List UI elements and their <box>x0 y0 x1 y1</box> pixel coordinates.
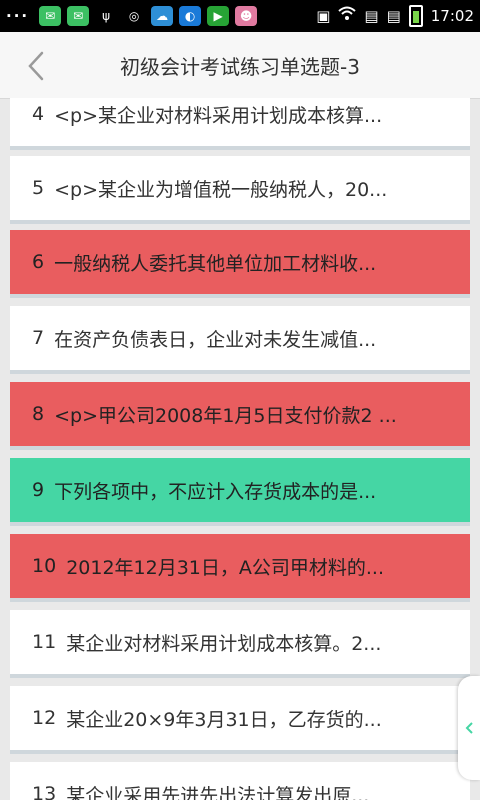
question-number: 11 <box>32 631 57 653</box>
question-text: <p>某企业为增值税一般纳税人，20... <box>54 178 388 201</box>
screenshot-icon: ◎ <box>128 9 140 23</box>
question-item[interactable]: 5 <p>某企业为增值税一般纳税人，20... <box>10 156 470 224</box>
title-bar: 初级会计考试练习单选题-3 <box>0 32 480 99</box>
app-icon: ◐ <box>179 6 202 26</box>
question-item[interactable]: 11 某企业对材料采用计划成本核算。2... <box>10 610 470 678</box>
question-number: 9 <box>32 479 45 501</box>
question-number: 12 <box>32 707 57 729</box>
question-item[interactable]: 6 一般纳税人委托其他单位加工材料收... <box>10 230 470 298</box>
weather-icon: ☁ <box>151 6 174 26</box>
wifi-icon <box>338 6 357 26</box>
app-icon: ▶ <box>207 6 230 26</box>
status-bar: ··· ✉ ✉ ψ ◎ ☁ ◐ ▶ ☻ ▣ ▤ ▤ 17:02 <box>0 0 480 32</box>
app-icon: ☻ <box>235 6 258 26</box>
chevron-left-icon <box>28 51 44 81</box>
clock: 17:02 <box>430 7 474 25</box>
sim1-icon: ▤ <box>364 7 379 25</box>
question-item[interactable]: 8 <p>甲公司2008年1月5日支付价款2 ... <box>10 382 470 450</box>
question-text: 某企业对材料采用计划成本核算。2... <box>66 632 382 655</box>
question-item[interactable]: 7 在资产负债表日，企业对未发生减值... <box>10 306 470 374</box>
question-number: 5 <box>32 177 45 199</box>
question-item[interactable]: 4 <p>某企业对材料采用计划成本核算... <box>10 98 470 150</box>
side-drawer-handle[interactable] <box>458 676 480 780</box>
notification-dots: ··· <box>6 7 30 25</box>
question-text: 一般纳税人委托其他单位加工材料收... <box>54 252 377 275</box>
question-item[interactable]: 9 下列各项中，不应计入存货成本的是... <box>10 458 470 526</box>
message-icon: ✉ <box>39 6 62 26</box>
question-number: 10 <box>32 555 57 577</box>
question-item[interactable]: 12 某企业20×9年3月31日，乙存货的... <box>10 686 470 754</box>
question-text: <p>甲公司2008年1月5日支付价款2 ... <box>54 404 397 427</box>
chevron-left-icon <box>465 722 473 734</box>
question-number: 6 <box>32 251 45 273</box>
usb-icon: ψ <box>102 9 111 23</box>
back-button[interactable] <box>16 46 56 86</box>
question-text: 2012年12月31日，A公司甲材料的... <box>66 556 385 579</box>
question-number: 4 <box>32 103 45 125</box>
message-icon: ✉ <box>67 6 90 26</box>
question-number: 8 <box>32 403 45 425</box>
question-list: 4 <p>某企业对材料采用计划成本核算... 5 <p>某企业为增值税一般纳税人，2… <box>10 98 470 800</box>
question-text: 在资产负债表日，企业对未发生减值... <box>54 328 377 351</box>
question-text: 某企业20×9年3月31日，乙存货的... <box>66 708 382 731</box>
battery-icon <box>408 5 423 27</box>
question-item[interactable]: 10 2012年12月31日，A公司甲材料的... <box>10 534 470 602</box>
sim-icon: ▣ <box>316 7 331 25</box>
question-number: 7 <box>32 327 45 349</box>
question-item[interactable]: 13 某企业采用先进先出法计算发出原... <box>10 762 470 800</box>
question-text: 下列各项中，不应计入存货成本的是... <box>54 480 377 503</box>
question-number: 13 <box>32 783 57 800</box>
sim2-icon: ▤ <box>386 7 401 25</box>
question-text: 某企业采用先进先出法计算发出原... <box>66 784 370 800</box>
question-text: <p>某企业对材料采用计划成本核算... <box>54 104 383 127</box>
page-title: 初级会计考试练习单选题-3 <box>120 54 360 79</box>
